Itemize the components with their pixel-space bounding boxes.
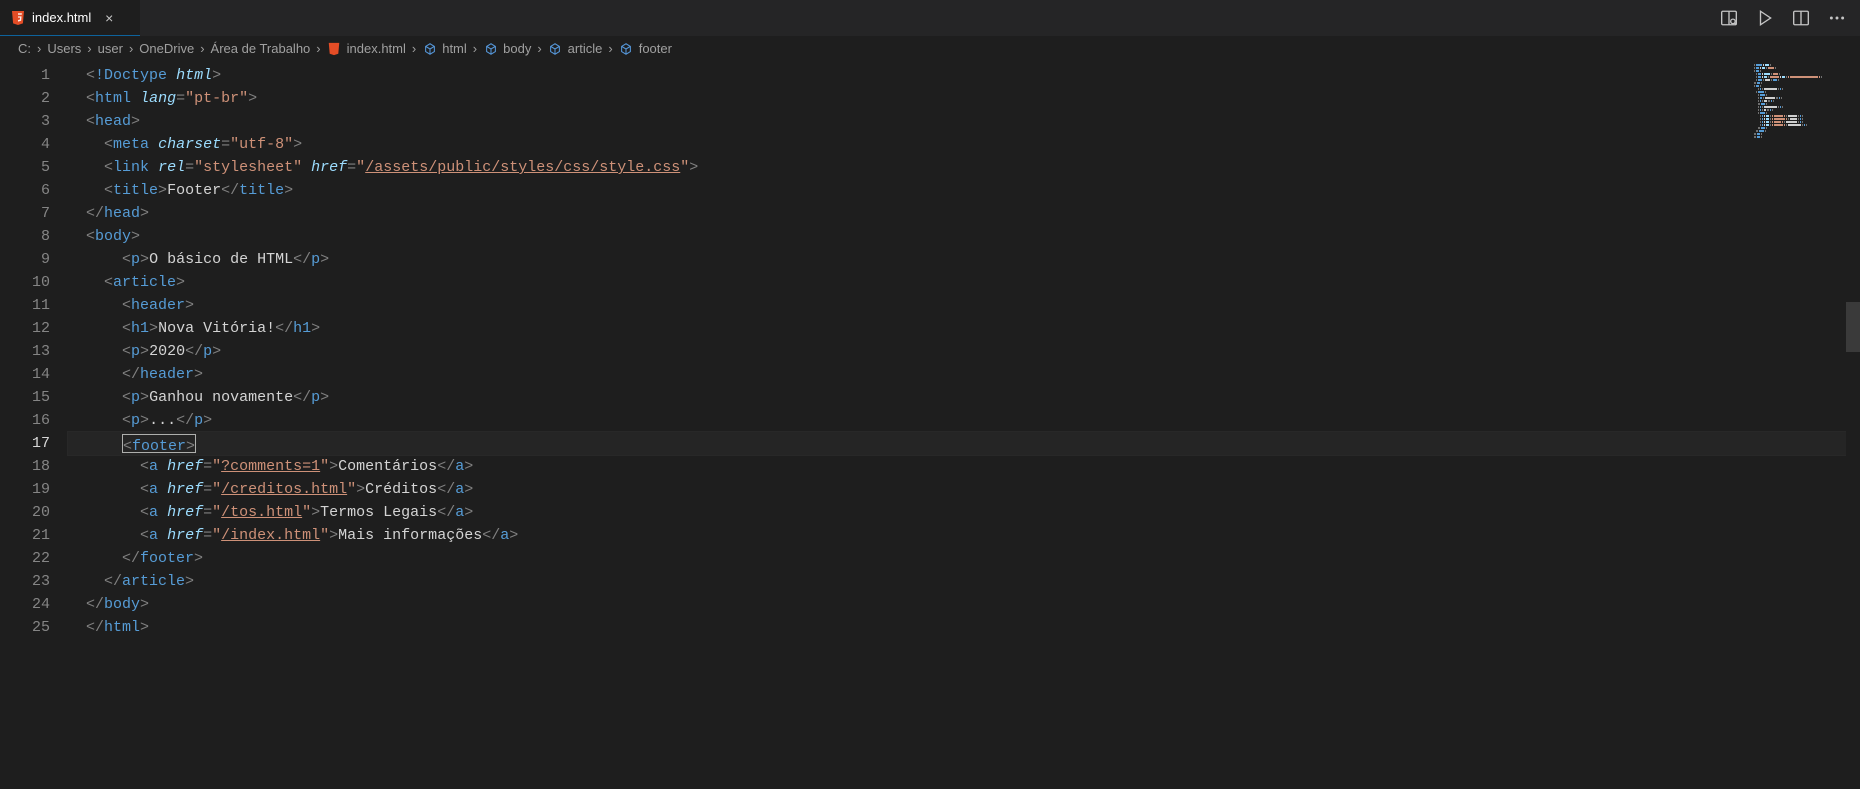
- code-line[interactable]: <header>: [68, 294, 1860, 317]
- code-line[interactable]: <html lang="pt-br">: [68, 87, 1860, 110]
- chevron-right-icon: ›: [35, 41, 43, 56]
- breadcrumb-symbol[interactable]: article: [548, 41, 603, 56]
- breadcrumb-path-segment[interactable]: Área de Trabalho: [211, 41, 311, 56]
- breadcrumb-path-segment[interactable]: Users: [47, 41, 81, 56]
- code-line[interactable]: </body>: [68, 593, 1860, 616]
- breadcrumb-symbol[interactable]: body: [483, 41, 531, 56]
- breadcrumb-path-segment[interactable]: OneDrive: [139, 41, 194, 56]
- tab-bar: index.html ×: [0, 0, 1860, 36]
- breadcrumb: C:›Users›user›OneDrive›Área de Trabalho›…: [0, 36, 1860, 62]
- line-number: 5: [0, 156, 50, 179]
- code-line[interactable]: <body>: [68, 225, 1860, 248]
- line-number: 20: [0, 501, 50, 524]
- code-line[interactable]: <meta charset="utf-8">: [68, 133, 1860, 156]
- scrollbar-thumb[interactable]: [1846, 302, 1860, 352]
- cube-icon: [483, 41, 498, 56]
- code-line[interactable]: <a href="/tos.html">Termos Legais</a>: [68, 501, 1860, 524]
- code-line[interactable]: <link rel="stylesheet" href="/assets/pub…: [68, 156, 1860, 179]
- code-line[interactable]: </header>: [68, 363, 1860, 386]
- code-line[interactable]: <a href="/index.html">Mais informações</…: [68, 524, 1860, 547]
- code-line[interactable]: <p>Ganhou novamente</p>: [68, 386, 1860, 409]
- line-number: 22: [0, 547, 50, 570]
- more-icon[interactable]: [1828, 9, 1846, 27]
- line-number: 14: [0, 363, 50, 386]
- split-editor-icon[interactable]: [1792, 9, 1810, 27]
- line-number: 7: [0, 202, 50, 225]
- line-number: 17: [0, 432, 50, 455]
- run-icon[interactable]: [1756, 9, 1774, 27]
- chevron-right-icon: ›: [471, 41, 479, 56]
- chevron-right-icon: ›: [198, 41, 206, 56]
- breadcrumb-symbol[interactable]: html: [422, 41, 467, 56]
- code-line[interactable]: <a href="/creditos.html">Créditos</a>: [68, 478, 1860, 501]
- code-line[interactable]: </footer>: [68, 547, 1860, 570]
- code-line[interactable]: <p>O básico de HTML</p>: [68, 248, 1860, 271]
- line-number: 2: [0, 87, 50, 110]
- line-number: 4: [0, 133, 50, 156]
- line-number: 11: [0, 294, 50, 317]
- chevron-right-icon: ›: [314, 41, 322, 56]
- editor-actions: [1720, 0, 1860, 36]
- line-number: 16: [0, 409, 50, 432]
- cursor-box: <footer>: [122, 434, 196, 453]
- line-number: 10: [0, 271, 50, 294]
- open-preview-icon[interactable]: [1720, 9, 1738, 27]
- code-editor[interactable]: 1234567891011121314151617181920212223242…: [0, 62, 1860, 789]
- code-line[interactable]: <footer>: [68, 432, 1860, 455]
- code-line[interactable]: <!Doctype html>: [68, 64, 1860, 87]
- code-line[interactable]: </article>: [68, 570, 1860, 593]
- cube-icon: [422, 41, 437, 56]
- vertical-scrollbar[interactable]: [1846, 62, 1860, 789]
- code-line[interactable]: <article>: [68, 271, 1860, 294]
- line-number: 18: [0, 455, 50, 478]
- tab-label: index.html: [32, 10, 91, 25]
- line-number: 9: [0, 248, 50, 271]
- breadcrumb-file[interactable]: index.html: [327, 41, 406, 56]
- line-number: 1: [0, 64, 50, 87]
- code-line[interactable]: <head>: [68, 110, 1860, 133]
- code-content[interactable]: <!Doctype html> <html lang="pt-br"> <hea…: [68, 62, 1860, 789]
- line-number: 15: [0, 386, 50, 409]
- line-number: 23: [0, 570, 50, 593]
- line-number: 3: [0, 110, 50, 133]
- code-line[interactable]: </head>: [68, 202, 1860, 225]
- code-line[interactable]: <title>Footer</title>: [68, 179, 1860, 202]
- chevron-right-icon: ›: [85, 41, 93, 56]
- line-number: 24: [0, 593, 50, 616]
- line-number: 8: [0, 225, 50, 248]
- code-line[interactable]: </html>: [68, 616, 1860, 639]
- code-line[interactable]: <h1>Nova Vitória!</h1>: [68, 317, 1860, 340]
- tab-index-html[interactable]: index.html ×: [0, 0, 140, 36]
- line-number: 21: [0, 524, 50, 547]
- breadcrumb-path-segment[interactable]: user: [98, 41, 123, 56]
- breadcrumb-symbol[interactable]: footer: [619, 41, 672, 56]
- line-number: 12: [0, 317, 50, 340]
- line-number: 25: [0, 616, 50, 639]
- html5-icon: [327, 41, 342, 56]
- html5-icon: [10, 10, 26, 26]
- code-line[interactable]: <a href="?comments=1">Comentários</a>: [68, 455, 1860, 478]
- line-number: 6: [0, 179, 50, 202]
- line-number-gutter: 1234567891011121314151617181920212223242…: [0, 62, 68, 789]
- chevron-right-icon: ›: [535, 41, 543, 56]
- chevron-right-icon: ›: [127, 41, 135, 56]
- code-line[interactable]: <p>...</p>: [68, 409, 1860, 432]
- line-number: 19: [0, 478, 50, 501]
- line-number: 13: [0, 340, 50, 363]
- breadcrumb-path-segment[interactable]: C:: [18, 41, 31, 56]
- cube-icon: [548, 41, 563, 56]
- cube-icon: [619, 41, 634, 56]
- chevron-right-icon: ›: [606, 41, 614, 56]
- close-icon[interactable]: ×: [101, 10, 117, 26]
- code-line[interactable]: <p>2020</p>: [68, 340, 1860, 363]
- chevron-right-icon: ›: [410, 41, 418, 56]
